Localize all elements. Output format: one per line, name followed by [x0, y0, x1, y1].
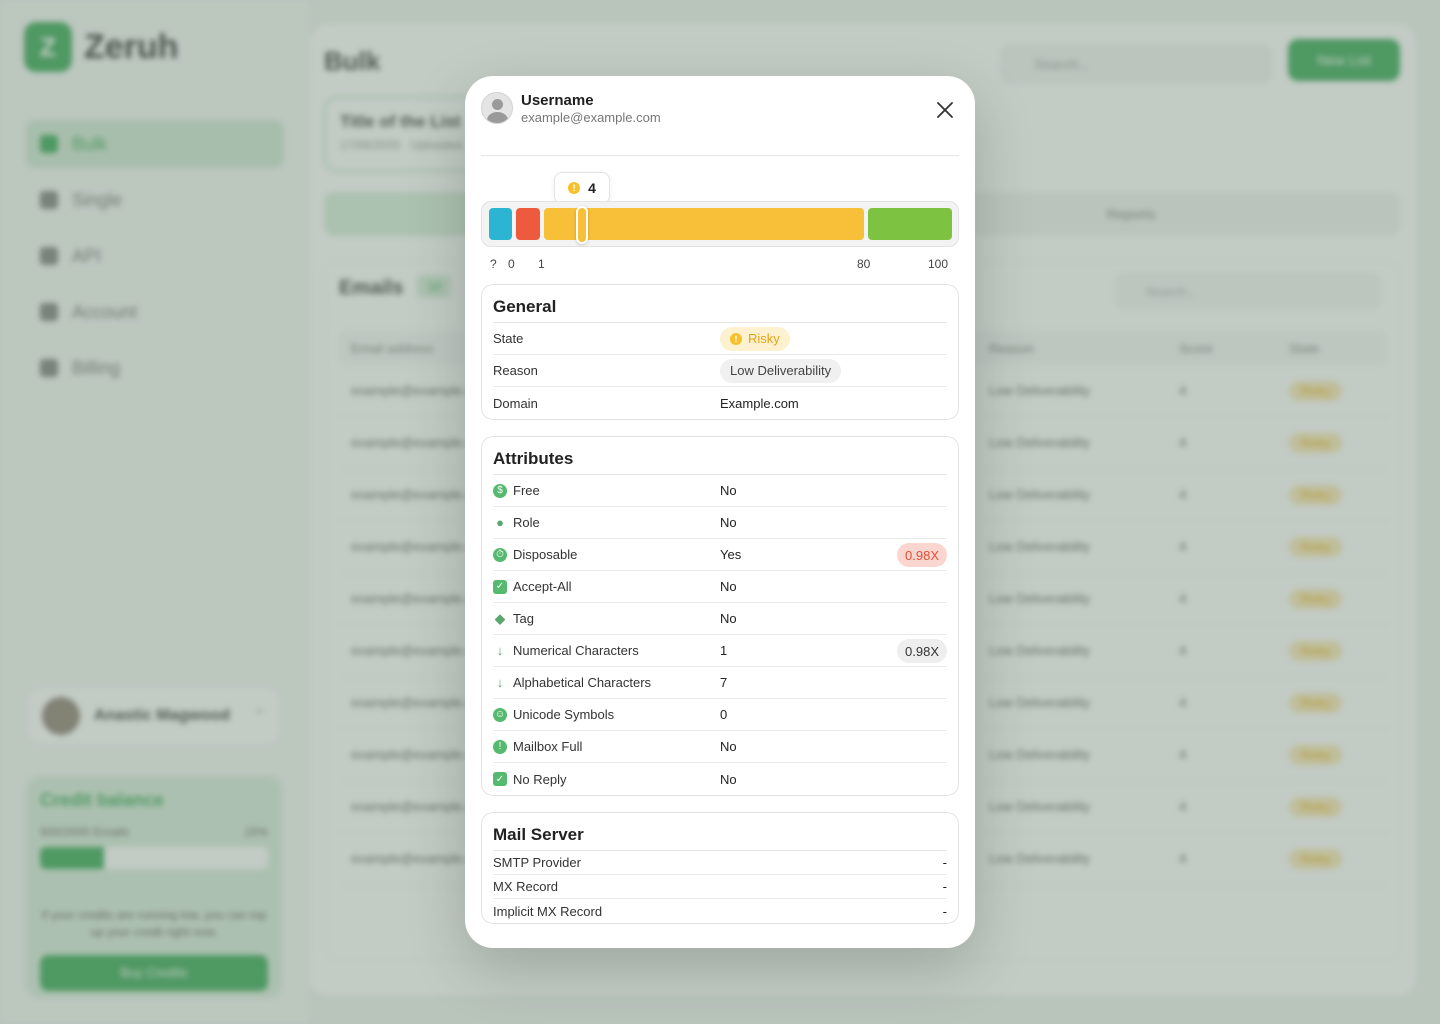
close-icon[interactable]: [931, 96, 959, 124]
reason-row: Reason Low Deliverability: [493, 355, 947, 387]
multiplier-badge: 0.98X: [897, 543, 947, 567]
mail-server-row-smtp-provider: SMTP Provider -: [493, 851, 947, 875]
score-segment-invalid: [516, 208, 540, 240]
domain-link[interactable]: Example.com: [720, 396, 947, 411]
timer-icon: ⏱: [493, 547, 507, 562]
score-tick: 100: [928, 257, 949, 271]
row-label: Reason: [493, 363, 538, 378]
row-label: Numerical Characters: [513, 643, 639, 658]
mail-check-icon: ✓: [493, 772, 507, 786]
row-label: Tag: [513, 611, 534, 626]
user-avatar-icon: [481, 92, 513, 124]
row-label: Implicit MX Record: [493, 903, 603, 919]
row-value: No: [720, 739, 737, 754]
row-value: -: [942, 855, 947, 870]
attribute-row-no-reply: ✓ No Reply No: [493, 763, 947, 795]
tag-icon: ◆: [495, 610, 505, 626]
row-value: 0: [720, 707, 728, 722]
attributes-section: Attributes $ Free No ● Role No ⏱ Disposable Yes 0…: [481, 436, 959, 796]
users-icon: ●: [496, 515, 504, 530]
row-label: Domain: [493, 395, 538, 411]
score-segment-risky: [544, 208, 864, 240]
attribute-row-mailbox-full: ! Mailbox Full No: [493, 731, 947, 763]
attribute-row-tag: ◆ Tag No: [493, 603, 947, 635]
mail-server-row-implicit-mx-record: Implicit MX Record -: [493, 899, 947, 923]
score-value: 4: [588, 180, 596, 196]
score-track: [481, 201, 959, 247]
score-marker: [576, 206, 588, 244]
attribute-row-disposable: ⏱ Disposable Yes 0.98X: [493, 539, 947, 571]
section-title: General: [493, 293, 947, 323]
row-label: Disposable: [513, 547, 578, 562]
row-value: -: [942, 903, 947, 919]
row-label: Unicode Symbols: [513, 707, 615, 722]
row-label: Alphabetical Characters: [513, 675, 652, 690]
row-label: MX Record: [493, 879, 559, 894]
score-tick: 1: [538, 257, 545, 271]
score-tick: 0: [508, 257, 515, 271]
dollar-icon: $: [493, 483, 507, 498]
modal-header: Username example@example.com: [481, 92, 959, 156]
score-segment-unknown: [489, 208, 512, 240]
row-label: Mailbox Full: [513, 739, 583, 754]
reason-badge: Low Deliverability: [720, 358, 842, 383]
score-segment-valid: [868, 208, 952, 240]
general-section: General State ! Risky Reason Low Delivera…: [481, 284, 959, 420]
attribute-row-accept-all: ✓ Accept-All No: [493, 571, 947, 603]
alert-circle-icon: !: [493, 739, 507, 754]
email-detail-modal: Username example@example.com ! 4 ? 0 1 8…: [465, 76, 975, 948]
row-value: No: [720, 771, 737, 787]
attribute-row-unicode-symbols: ☺ Unicode Symbols 0: [493, 699, 947, 731]
attribute-row-alphabetical-characters: ↓ Alphabetical Characters 7: [493, 667, 947, 699]
section-title: Mail Server: [493, 821, 947, 851]
row-label: State: [493, 331, 524, 346]
score-tick: ?: [490, 257, 497, 271]
sort-alpha-icon: ↓: [496, 675, 504, 690]
modal-email: example@example.com: [521, 110, 661, 125]
score-gauge: ! 4 ? 0 1 80 100: [481, 156, 959, 284]
alert-icon: !: [568, 182, 581, 194]
row-value: -: [942, 879, 947, 894]
row-value: No: [720, 579, 737, 594]
attribute-row-free: $ Free No: [493, 475, 947, 507]
row-label: Accept-All: [513, 579, 572, 594]
row-value: 7: [720, 675, 728, 690]
sort-numeric-icon: ↓: [496, 643, 504, 658]
attribute-row-numerical-characters: ↓ Numerical Characters 1 0.98X: [493, 635, 947, 667]
score-tooltip: ! 4: [554, 172, 610, 204]
row-label: Free: [513, 483, 540, 498]
row-label: No Reply: [513, 771, 567, 787]
status-badge-label: Risky: [748, 331, 780, 346]
mail-server-row-mx-record: MX Record -: [493, 875, 947, 899]
status-badge: ! Risky: [720, 326, 790, 351]
row-value: No: [720, 611, 737, 626]
domain-row: Domain Example.com: [493, 387, 947, 419]
row-value: No: [720, 515, 737, 530]
row-label: Role: [513, 515, 540, 530]
section-title: Attributes: [493, 445, 947, 475]
alert-icon: !: [730, 332, 742, 345]
check-square-icon: ✓: [493, 579, 507, 594]
multiplier-badge: 0.98X: [897, 639, 947, 663]
mail-server-section: Mail Server SMTP Provider - MX Record - Impl…: [481, 812, 959, 924]
row-value: No: [720, 483, 737, 498]
attribute-row-role: ● Role No: [493, 507, 947, 539]
row-label: SMTP Provider: [493, 855, 581, 870]
score-tick: 80: [857, 257, 871, 271]
state-row: State ! Risky: [493, 323, 947, 355]
smiley-icon: ☺: [493, 707, 507, 722]
modal-username: Username: [521, 92, 594, 109]
